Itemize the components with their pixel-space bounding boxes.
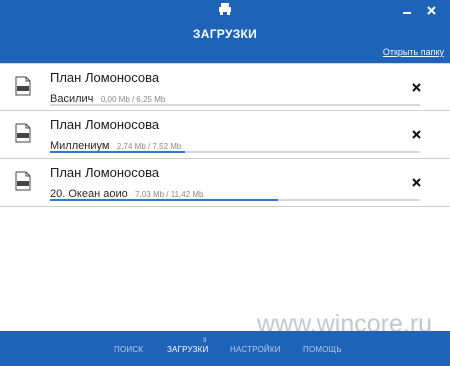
car-icon (219, 3, 231, 15)
downloads-list: План Ломоносова Василич 0,00 Mb / 6,25 M… (0, 63, 450, 207)
remove-download-button[interactable] (406, 127, 426, 141)
progress-text: 0,00 Mb / 6,25 Mb (100, 95, 166, 104)
download-item: План Ломоносова Миллениум 2,74 Mb / 7,52… (0, 111, 450, 159)
mp3-file-icon (15, 76, 31, 96)
close-icon (411, 177, 421, 187)
progress-text: 2,74 Mb / 7,52 Mb (116, 142, 182, 151)
mp3-file-icon (15, 123, 31, 143)
open-folder-link[interactable]: Открыть папку (383, 47, 444, 57)
close-icon (411, 129, 421, 139)
close-button[interactable] (419, 2, 443, 18)
progress-bar (50, 104, 420, 106)
progress-bar (50, 199, 420, 201)
download-item: План Ломоносова 20. Океан аоио 7,03 Mb /… (0, 159, 450, 207)
title-bar: ЗАГРУЗКИ Открыть папку (0, 0, 450, 63)
bottom-nav: ПОИСК ЗАГРУЗКИ 3 НАСТРОЙКИ ПОМОЩЬ (0, 331, 450, 366)
nav-settings[interactable]: НАСТРОЙКИ (230, 345, 281, 354)
nav-search[interactable]: ПОИСК (114, 345, 143, 354)
minimize-button[interactable] (399, 3, 417, 17)
progress-text: 7,03 Mb / 11,42 Mb (135, 190, 204, 199)
progress-fill (50, 151, 185, 153)
nav-help[interactable]: ПОМОЩЬ (303, 345, 342, 354)
close-icon (427, 6, 436, 15)
remove-download-button[interactable] (406, 175, 426, 189)
remove-download-button[interactable] (406, 80, 426, 94)
mp3-file-icon (15, 171, 31, 191)
progress-bar (50, 151, 420, 153)
progress-fill (50, 199, 278, 201)
download-item: План Ломоносова Василич 0,00 Mb / 6,25 M… (0, 63, 450, 111)
download-title: План Ломоносова (50, 70, 160, 85)
download-title: План Ломоносова (50, 117, 160, 132)
download-title: План Ломоносова (50, 165, 160, 180)
nav-downloads[interactable]: ЗАГРУЗКИ (167, 345, 208, 354)
close-icon (411, 82, 421, 92)
page-title: ЗАГРУЗКИ (192, 27, 258, 41)
downloads-count-badge: 3 (203, 338, 207, 344)
